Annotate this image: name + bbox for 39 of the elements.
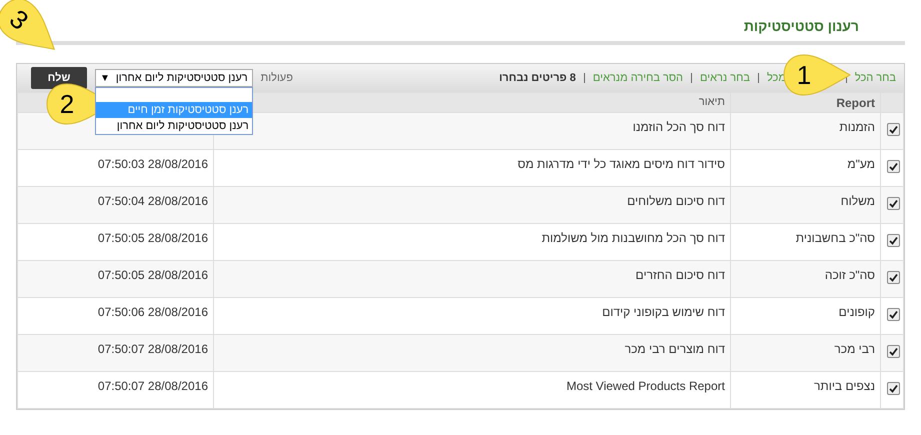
actions-label: פעולות bbox=[260, 70, 293, 86]
report-name: סה"כ בחשבונית bbox=[796, 231, 875, 245]
row-checkbox[interactable] bbox=[887, 308, 900, 321]
selected-count: 8 פריטים נבחרו bbox=[499, 70, 576, 86]
row-checkbox[interactable] bbox=[887, 345, 900, 358]
report-name: רבי מכר bbox=[834, 342, 875, 356]
report-description: סידור דוח מיסים מאוגד כל ידי מדרגות מס bbox=[518, 157, 725, 171]
report-description: דוח סך הכל הוזמנו bbox=[632, 120, 725, 134]
row-checkbox[interactable] bbox=[887, 197, 900, 210]
updated-time: 07:50:05 28/08/2016 bbox=[98, 268, 208, 282]
report-name: משלוח bbox=[840, 194, 875, 208]
updated-time: 07:50:07 28/08/2016 bbox=[98, 342, 208, 356]
dropdown-option[interactable]: רענן סטטיסטיקות זמן חיים bbox=[96, 102, 252, 118]
row-checkbox[interactable] bbox=[887, 160, 900, 173]
report-name: מע"מ bbox=[847, 157, 875, 171]
report-name: נצפים ביותר bbox=[814, 379, 875, 393]
select-visible-link[interactable]: בחר נראים bbox=[700, 70, 750, 86]
updated-time: 07:50:07 28/08/2016 bbox=[98, 379, 208, 393]
row-checkbox[interactable] bbox=[887, 382, 900, 395]
row-checkbox[interactable] bbox=[887, 271, 900, 284]
report-description: דוח סיכום החזרים bbox=[636, 268, 725, 282]
unselect-visible-link[interactable]: הסר בחירה מנראים bbox=[592, 70, 684, 86]
report-name: קופונים bbox=[838, 305, 875, 319]
updated-time: 07:50:05 28/08/2016 bbox=[98, 231, 208, 245]
updated-time: 07:50:04 28/08/2016 bbox=[98, 194, 208, 208]
select-all-link[interactable]: בחר הכל bbox=[854, 70, 896, 86]
report-description: דוח שימוש בקופוני קידום bbox=[602, 305, 725, 319]
updated-time: 07:50:06 28/08/2016 bbox=[98, 305, 208, 319]
report-description: דוח סיכום משלוחים bbox=[627, 194, 725, 208]
report-name: סה"כ זוכה bbox=[824, 268, 875, 282]
row-checkbox[interactable] bbox=[887, 234, 900, 247]
actions-dropdown[interactable]: רענן סטטיסטיקות ליום אחרון ▼ bbox=[95, 69, 253, 87]
report-description: דוח מוצרים רבי מכר bbox=[624, 342, 725, 356]
send-button[interactable]: שלח bbox=[31, 67, 87, 89]
row-checkbox[interactable] bbox=[887, 123, 900, 136]
report-description: Most Viewed Products Report bbox=[566, 379, 725, 393]
report-name: הזמנות bbox=[839, 120, 875, 134]
report-description: דוח סך הכל מחושבנות מול משולמות bbox=[542, 231, 725, 245]
updated-time: 07:50:03 28/08/2016 bbox=[98, 157, 208, 171]
